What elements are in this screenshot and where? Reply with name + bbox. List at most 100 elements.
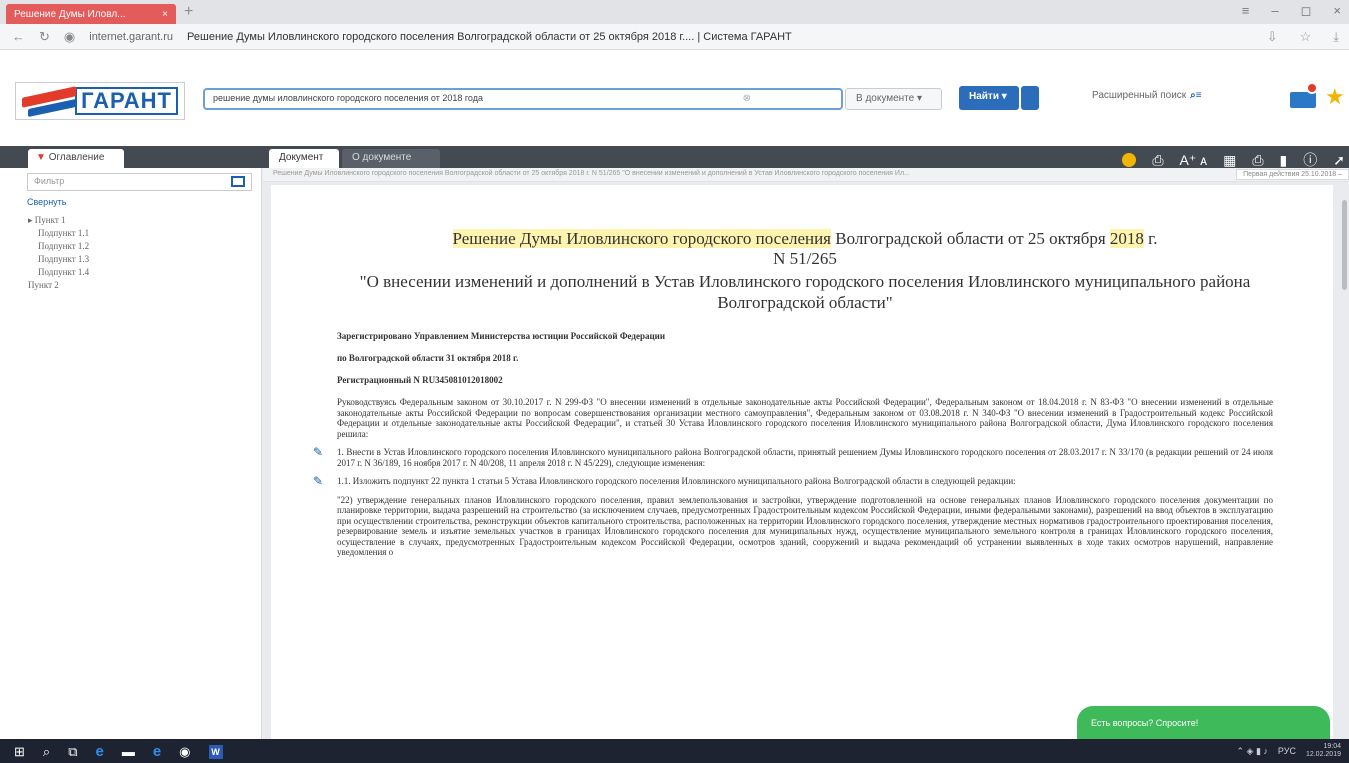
title-highlight: Решение Думы Иловлинского городского пос…: [452, 229, 831, 248]
windows-start-icon[interactable]: ⊞: [14, 744, 25, 760]
title-end: г.: [1143, 229, 1158, 248]
menu-icon[interactable]: ≡: [1242, 3, 1250, 19]
edition-select[interactable]: Первая действия 25.10.2018 –: [1236, 169, 1349, 180]
filter-placeholder: Фильтр: [34, 176, 65, 186]
print-icon[interactable]: ⎙: [1152, 152, 1163, 169]
notification-badge: [1306, 82, 1318, 94]
browser-tab-bar: Решение Думы Иловл... × + ≡ – ◻ ×: [0, 0, 1349, 24]
toc-item-label: Пункт 1: [34, 215, 66, 225]
tab-table-of-contents[interactable]: ▼ Оглавление: [28, 149, 124, 168]
messages-icon[interactable]: [1290, 82, 1318, 110]
close-window-icon[interactable]: ×: [1333, 3, 1341, 19]
advanced-search-label: Расширенный поиск: [1092, 90, 1187, 101]
toc-tree: ▸ Пункт 1 Подпункт 1.1 Подпункт 1.2 Подп…: [28, 214, 89, 292]
document-number: N 51/265: [773, 249, 837, 268]
breadcrumb-text: Решение Думы Иловлинского городского пос…: [273, 170, 910, 177]
find-options-button[interactable]: [1021, 86, 1039, 110]
downloads-icon[interactable]: ⤓: [1333, 29, 1339, 45]
clock[interactable]: 19:04 12.02.2019: [1306, 743, 1341, 759]
search-icon[interactable]: ⌕: [43, 744, 50, 760]
document-page: Решение Думы Иловлинского городского пос…: [271, 185, 1333, 741]
paragraph-1-text: 1. Внести в Устав Иловлинского городског…: [337, 447, 1273, 468]
url-domain[interactable]: internet.garant.ru: [89, 31, 173, 43]
comment-pencil-icon[interactable]: ✎: [313, 475, 323, 486]
toc-item[interactable]: Подпункт 1.4: [28, 266, 89, 279]
search-value: решение думы иловлинского городского пос…: [213, 93, 483, 103]
clock-time: 19:04: [1323, 743, 1341, 750]
toc-tab-label: Оглавление: [48, 152, 105, 163]
toc-item[interactable]: Подпункт 1.2: [28, 240, 89, 253]
chat-widget[interactable]: Есть вопросы? Спросите!: [1077, 706, 1330, 740]
download-icon[interactable]: ⇩: [1267, 29, 1278, 45]
address-bar[interactable]: ← ↻ ◉ internet.garant.ru Решение Думы Ил…: [0, 24, 1349, 50]
preamble-paragraph: Руководствуясь Федеральным законом от 30…: [337, 397, 1273, 439]
language-indicator[interactable]: РУС: [1278, 746, 1296, 756]
clear-search-icon[interactable]: ⊗: [743, 93, 751, 104]
filter-toggle-icon[interactable]: [231, 176, 245, 187]
file-explorer-icon[interactable]: ▬: [122, 744, 135, 759]
filter-search-icon: ⌕≡: [1190, 90, 1202, 101]
comment-pencil-icon[interactable]: ✎: [313, 446, 323, 457]
toc-item[interactable]: Подпункт 1.3: [28, 253, 89, 266]
page-title: Решение Думы Иловлинского городского пос…: [187, 30, 792, 43]
bookmark-icon[interactable]: ▮: [1280, 152, 1288, 169]
document-area: Решение Думы Иловлинского городского пос…: [263, 183, 1349, 741]
registration-number: Регистрационный N RU345081012018002: [337, 375, 503, 385]
info-icon[interactable]: ⓘ: [1303, 150, 1317, 170]
site-info-icon[interactable]: ◉: [64, 29, 75, 45]
advanced-search-link[interactable]: Расширенный поиск ⌕≡: [1092, 90, 1202, 101]
taskbar: ⊞ ⌕ ⧉ e ▬ e ◉ W ⌃ ◈ ▮ ♪ РУС 19:04 12.02.…: [0, 739, 1349, 763]
document-scrollbar[interactable]: [1342, 200, 1347, 290]
toc-item[interactable]: ▸ Пункт 1: [28, 214, 89, 227]
edge-icon[interactable]: e: [95, 743, 103, 760]
registration-line: Зарегистрировано Управлением Министерств…: [337, 331, 666, 341]
browser-tab[interactable]: Решение Думы Иловл... ×: [6, 4, 176, 24]
task-view-icon[interactable]: ⧉: [68, 744, 77, 760]
word-icon[interactable]: W: [208, 744, 223, 759]
reload-icon[interactable]: ↻: [39, 29, 50, 45]
back-arrow-icon[interactable]: ←: [12, 29, 25, 44]
tab-title: Решение Думы Иловл...: [14, 8, 126, 20]
font-size-icon[interactable]: A⁺ ᴀ: [1180, 152, 1208, 169]
document-tools: ⎙ A⁺ ᴀ ▦ ⎙ ▮ ⓘ ➚: [1122, 150, 1345, 170]
clock-date: 12.02.2019: [1305, 751, 1341, 758]
compare-icon[interactable]: ▦: [1223, 152, 1236, 169]
title-year: 2018: [1109, 229, 1144, 248]
paragraph-quote: "22) утверждение генеральных планов Илов…: [337, 494, 1273, 558]
ie-icon[interactable]: e: [153, 743, 161, 760]
find-button[interactable]: Найти ▾: [959, 86, 1019, 110]
title-text: Волгоградской области от 25 октября: [831, 229, 1110, 248]
tab-document[interactable]: Документ: [269, 149, 339, 168]
bookmark-star-icon[interactable]: ☆: [1300, 29, 1312, 45]
yandex-browser-icon[interactable]: ◉: [179, 744, 190, 760]
maximize-icon[interactable]: ◻: [1301, 3, 1312, 19]
collapse-link[interactable]: Свернуть: [27, 197, 66, 207]
paragraph-1: ✎ 1. Внести в Устав Иловлинского городск…: [313, 446, 1273, 468]
scope-label: В документе: [856, 93, 915, 104]
document-breadcrumb: Решение Думы Иловлинского городского пос…: [263, 168, 1349, 182]
filter-input[interactable]: Фильтр: [27, 173, 252, 191]
logo-text: ГАРАНТ: [75, 87, 178, 115]
search-scope-select[interactable]: В документе ▾: [845, 88, 942, 110]
toc-item[interactable]: Подпункт 1.1: [28, 227, 89, 240]
new-tab-button[interactable]: +: [184, 3, 193, 21]
window-controls: ≡ – ◻ ×: [1242, 3, 1341, 19]
paragraph-1-1: ✎ 1.1. Изложить подпункт 22 пункта 1 ста…: [313, 475, 1273, 486]
favorites-star-icon[interactable]: ★: [1325, 84, 1345, 110]
printer-icon[interactable]: ⎙: [1252, 152, 1263, 169]
toc-item[interactable]: Пункт 2: [28, 279, 89, 292]
close-tab-icon[interactable]: ×: [162, 9, 168, 20]
sidebar: Фильтр Свернуть ▸ Пункт 1 Подпункт 1.1 П…: [0, 168, 262, 739]
document-title: Решение Думы Иловлинского городского пос…: [337, 229, 1273, 269]
registration-date: по Волгоградской области 31 октября 2018…: [337, 353, 519, 363]
minimize-icon[interactable]: –: [1271, 3, 1278, 19]
tab-about-document[interactable]: О документе: [342, 149, 440, 168]
find-label: Найти: [969, 91, 999, 102]
garant-logo[interactable]: ГАРАНТ: [15, 82, 185, 120]
document-subtitle: "О внесении изменений и дополнений в Уст…: [359, 272, 1251, 312]
search-input[interactable]: решение думы иловлинского городского пос…: [203, 88, 843, 110]
collapse-marker-icon: ▼: [36, 152, 46, 163]
share-icon[interactable]: ➚: [1333, 152, 1345, 169]
theme-icon[interactable]: [1122, 153, 1137, 167]
tray-icons[interactable]: ⌃ ◈ ▮ ♪: [1237, 746, 1268, 757]
